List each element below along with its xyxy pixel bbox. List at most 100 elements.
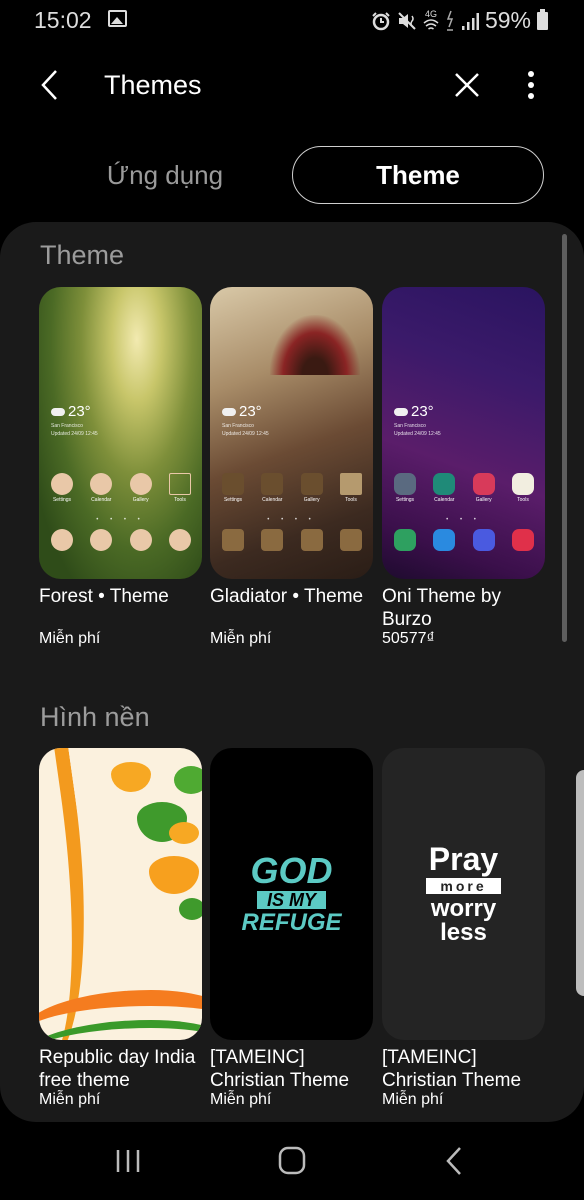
page-indicator: • • • • (267, 517, 316, 523)
app-label: Settings (52, 497, 72, 503)
navigation-bar (0, 1130, 584, 1200)
wallpaper-card-pray-more[interactable]: Pray more worry less [TAMEINC] Christian… (382, 748, 545, 1108)
camera-icon (168, 529, 191, 551)
theme-thumbnail: 23° San Francisco Updated 24/09 12:45 Se… (39, 287, 202, 579)
internet-icon (472, 529, 495, 551)
temperature: 23° (239, 403, 262, 420)
cloud-icon (394, 407, 408, 416)
recent-apps-icon (116, 1150, 140, 1172)
artwork-text: worry (430, 895, 497, 922)
app-row: Settings Calendar Gallery Tools (390, 473, 538, 503)
nav-back-button[interactable] (436, 1144, 476, 1178)
battery-icon (537, 8, 548, 30)
cloud-icon (51, 407, 65, 416)
status-time: 15:02 (34, 7, 92, 33)
temperature: 23° (411, 403, 434, 420)
wallpaper-card-god-refuge[interactable]: GOD IS MY REFUGE [TAMEINC] Christian The… (210, 748, 373, 1108)
home-button[interactable] (272, 1144, 312, 1178)
more-vertical-icon (528, 71, 534, 99)
settings-icon (51, 473, 73, 495)
theme-thumbnail: 23° San Francisco Updated 24/09 12:45 Se… (210, 287, 373, 579)
wallpaper-card-republic-day[interactable]: Republic day India free theme Miễn phí (39, 748, 202, 1108)
mute-icon (398, 11, 416, 30)
more-options-button[interactable] (518, 68, 544, 102)
app-row: Settings Calendar Gallery Tools (47, 473, 195, 503)
fast-scroll-handle[interactable] (576, 770, 584, 996)
dock-row (390, 529, 538, 551)
tools-icon (339, 473, 362, 495)
close-button[interactable] (450, 68, 484, 102)
updated-time: Updated 24/09 12:45 (394, 431, 441, 437)
theme-price: 50577₫ (382, 630, 435, 647)
calendar-icon (433, 473, 456, 495)
gallery-icon (129, 473, 152, 495)
app-gallery: Gallery (126, 473, 156, 503)
orange-lantern (169, 822, 199, 844)
wallpaper-price: Miễn phí (210, 1091, 272, 1108)
settings-icon (222, 473, 244, 495)
app-label: Gallery (132, 497, 149, 503)
app-label: Calendar (434, 497, 455, 503)
artwork-text: REFUGE (241, 909, 342, 936)
close-icon (455, 73, 479, 97)
messages-icon (90, 529, 113, 551)
battery-percent: 59% (484, 7, 531, 33)
wallpaper-name: Republic day India free theme (39, 1047, 196, 1091)
app-calendar: Calendar (86, 473, 116, 503)
section-title-wallpaper: Hình nền (40, 702, 150, 732)
tools-icon (168, 473, 191, 495)
theme-card-gladiator[interactable]: 23° San Francisco Updated 24/09 12:45 Se… (210, 287, 373, 647)
updated-time: Updated 24/09 12:45 (51, 431, 98, 437)
wallpaper-price: Miễn phí (39, 1091, 101, 1108)
home-preview: 23° San Francisco Updated 24/09 12:45 Se… (382, 287, 545, 579)
theme-price: Miễn phí (39, 630, 101, 647)
weather-widget: 23° (51, 403, 91, 420)
orange-lantern (149, 856, 199, 894)
weather-widget: 23° (394, 403, 434, 420)
phone-icon (51, 529, 73, 551)
artwork-text: IS MY (256, 891, 326, 909)
tab-bar: Ứng dụng Theme (0, 146, 584, 204)
home-icon (278, 1146, 306, 1175)
artwork-text: GOD (250, 850, 333, 891)
tools-icon (511, 473, 534, 495)
location: San Francisco (222, 423, 254, 429)
camera-icon (339, 529, 362, 551)
image-notification-icon (108, 10, 127, 27)
data-transfer-icon (446, 10, 454, 31)
app-settings: Settings (47, 473, 77, 503)
signal-icon (461, 12, 479, 30)
app-label: Settings (395, 497, 415, 503)
wallpaper-thumbnail (39, 748, 202, 1040)
page-title: Themes (104, 70, 202, 100)
green-lantern (179, 898, 202, 920)
location: San Francisco (394, 423, 426, 429)
gallery-icon (300, 473, 323, 495)
app-tools: Tools (165, 473, 195, 503)
temperature: 23° (68, 403, 91, 420)
wallpaper-thumbnail: Pray more worry less (382, 748, 545, 1040)
page-indicator: • • • (446, 517, 481, 523)
weather-widget: 23° (222, 403, 262, 420)
wallpaper-price: Miễn phí (382, 1091, 444, 1108)
app-bar: Themes (0, 50, 584, 120)
back-button[interactable] (36, 68, 66, 102)
app-label: Gallery (303, 497, 320, 503)
section-title-theme: Theme (40, 240, 125, 270)
theme-card-forest[interactable]: 23° San Francisco Updated 24/09 12:45 Se… (39, 287, 202, 647)
wifi-icon (423, 19, 439, 30)
cloud-icon (222, 407, 236, 416)
artwork-text: more (426, 878, 501, 894)
theme-card-oni[interactable]: 23° San Francisco Updated 24/09 12:45 Se… (382, 287, 545, 647)
scrollbar[interactable] (562, 234, 567, 642)
tab-apps[interactable]: Ứng dụng (40, 146, 290, 204)
status-icons: 4G 59% (371, 7, 548, 34)
tab-theme[interactable]: Theme (292, 146, 544, 204)
theme-name: Gladiator • Theme (210, 586, 364, 607)
artwork-text: less (440, 919, 487, 946)
recent-apps-button[interactable] (108, 1144, 148, 1178)
camera-icon (511, 529, 534, 551)
theme-price: Miễn phí (210, 630, 272, 647)
home-preview: 23° San Francisco Updated 24/09 12:45 Se… (39, 287, 202, 579)
wallpaper-thumbnail: GOD IS MY REFUGE (210, 748, 373, 1040)
